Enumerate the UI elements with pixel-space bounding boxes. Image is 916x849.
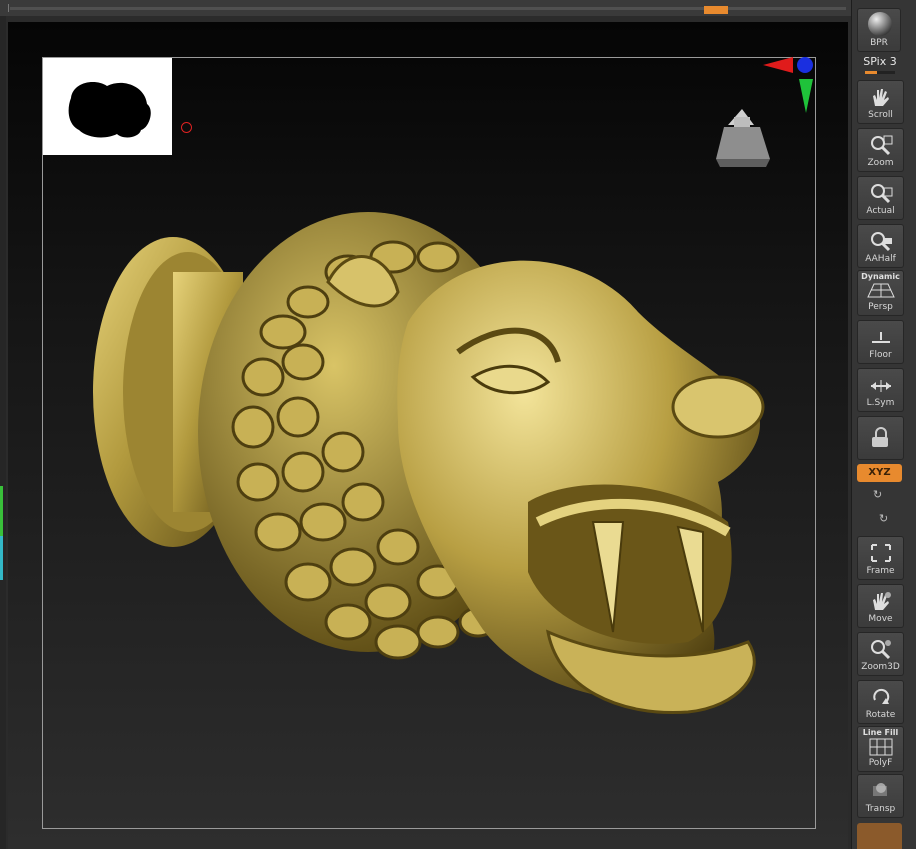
zoom3d-button[interactable]: Zoom3D [857,632,904,676]
strip-tick [8,4,9,12]
magnifier-icon [871,640,891,660]
bpr-label: BPR [870,38,888,48]
floor-label: Floor [869,350,892,360]
frame-label: Frame [866,566,895,576]
polyf-label: PolyF [868,758,893,768]
transp-button[interactable]: Transp [857,774,904,818]
spix-label[interactable]: SPix 3 [851,55,909,68]
line-fill-label: Line Fill [862,728,899,737]
magnifier-icon [871,135,893,156]
actual-button[interactable]: Actual [857,176,904,220]
transparency-icon [873,783,887,796]
persp-button[interactable]: Dynamic Persp [857,270,904,316]
bpr-button[interactable]: BPR [857,8,901,52]
persp-label: Persp [868,302,893,312]
polyframe-grid-icon [869,738,893,756]
hand-icon [873,89,889,106]
symmetry-arrows-icon [871,380,891,392]
lock-camera-icon [872,427,888,447]
shelf-divider [851,0,852,849]
y-rotate-icon[interactable]: ↻ [873,488,882,501]
move-button[interactable]: Move [857,584,904,628]
right-shelf: BPR SPix 3 Scroll Zoom Actual AAHalf Dyn… [851,0,916,849]
strip-marker[interactable] [704,6,728,14]
move-label: Move [868,614,893,624]
lsym-button[interactable]: L.Sym [857,368,904,412]
hand-icon [873,592,891,610]
scroll-button[interactable]: Scroll [857,80,904,124]
3d-viewport[interactable] [8,22,848,849]
magnifier-icon [871,232,892,252]
zoom3d-label: Zoom3D [861,662,900,672]
color-indicator-cyan [0,536,3,580]
dynamic-label: Dynamic [861,272,900,281]
frame-icon [871,544,891,562]
floor-button[interactable]: Floor [857,320,904,364]
magnifier-icon [871,184,893,204]
z-rotate-icon[interactable]: ↻ [879,512,888,525]
navigator-thumbnail[interactable] [43,58,172,155]
rotate-icon [873,688,890,704]
frame-button[interactable]: Frame [857,536,904,580]
polyf-button[interactable]: Line Fill PolyF [857,726,904,772]
perspective-grid-icon [867,283,895,298]
top-progress-strip [0,0,916,16]
transp-label: Transp [865,804,896,814]
bpr-sphere-icon [868,12,892,36]
rotate-label: Rotate [865,710,896,720]
actual-label: Actual [866,206,895,216]
zoom-label: Zoom [867,158,894,168]
lion-head-model[interactable] [78,202,798,722]
xyz-label: XYZ [868,467,891,478]
scroll-label: Scroll [868,110,893,120]
lock-camera-button[interactable] [857,416,904,460]
spix-slider-fill [865,71,877,74]
camera-orientation-icon[interactable] [708,97,778,172]
lsym-label: L.Sym [866,398,895,408]
silhouette-icon [68,82,151,138]
zoom-button[interactable]: Zoom [857,128,904,172]
cursor-ring-icon [181,122,192,133]
color-indicator-green [0,486,3,536]
left-edge-strip [0,16,6,849]
rotate-button[interactable]: Rotate [857,680,904,724]
aahalf-button[interactable]: AAHalf [857,224,904,268]
aahalf-label: AAHalf [865,254,896,264]
xyz-rotation-button[interactable]: XYZ [857,464,902,482]
material-button[interactable] [857,823,902,849]
floor-icon [872,332,890,343]
